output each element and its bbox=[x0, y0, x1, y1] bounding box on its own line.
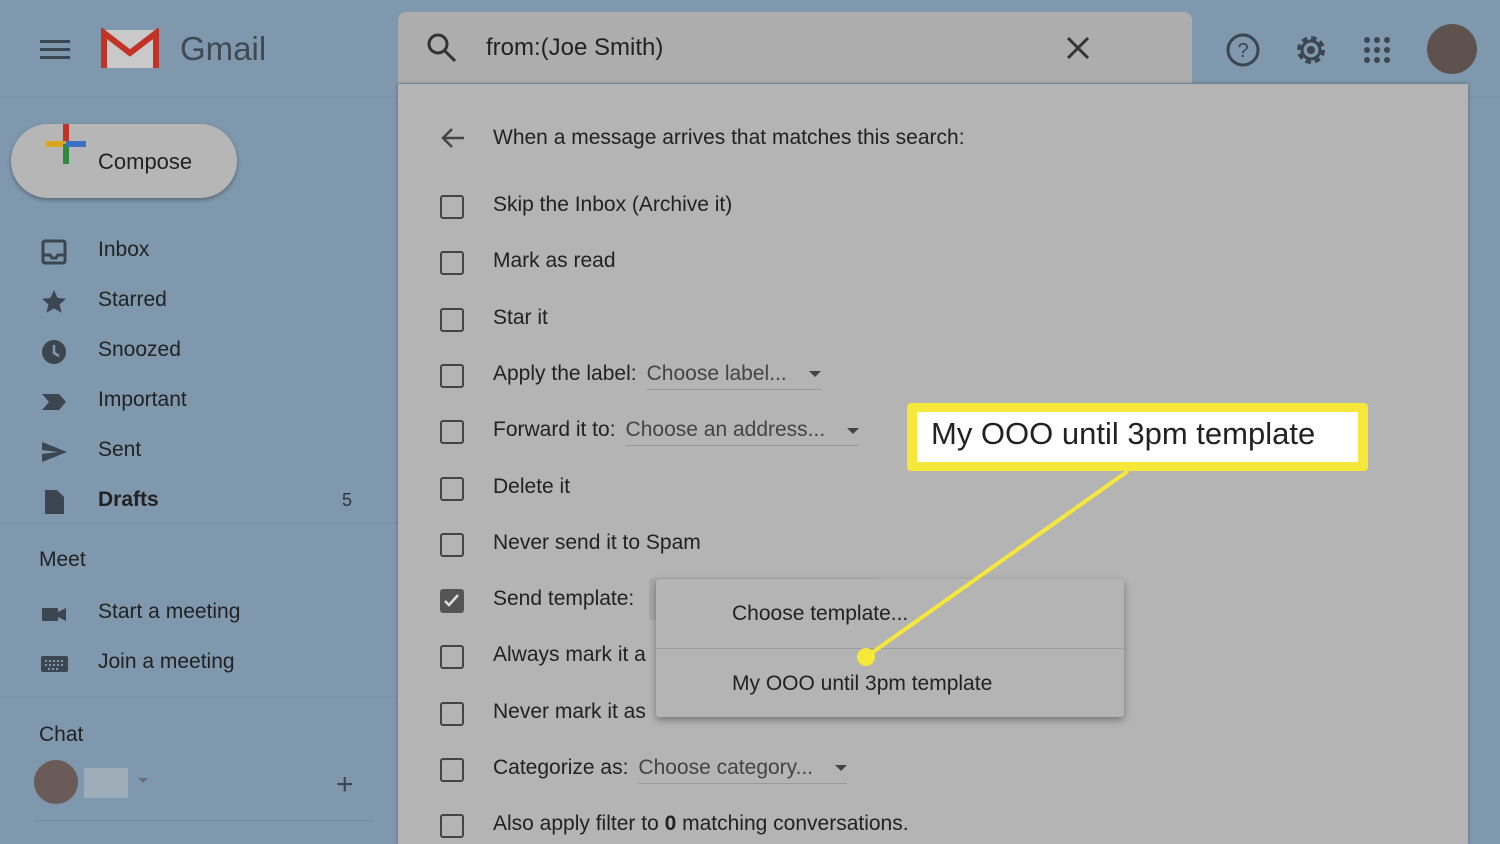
important-icon bbox=[42, 394, 66, 410]
sidebar-divider bbox=[0, 522, 398, 523]
drafts-count: 5 bbox=[342, 490, 353, 510]
clear-search-icon[interactable] bbox=[1066, 36, 1090, 60]
checkbox[interactable] bbox=[440, 195, 464, 219]
settings-gear-icon[interactable] bbox=[1293, 32, 1329, 68]
option-select[interactable]: Choose category... bbox=[638, 756, 848, 784]
sidebar-item-important[interactable]: Important bbox=[0, 380, 395, 420]
chat-divider bbox=[34, 820, 374, 821]
chat-status[interactable] bbox=[84, 768, 128, 798]
start-meeting-item[interactable]: Start a meeting bbox=[0, 592, 395, 632]
gmail-brand: Gmail bbox=[180, 30, 267, 67]
chat-section-title: Chat bbox=[39, 723, 84, 746]
join-meeting-item[interactable]: Join a meeting bbox=[0, 642, 395, 682]
search-bar[interactable]: from:(Joe Smith) bbox=[398, 12, 1192, 83]
plus-icon bbox=[46, 124, 86, 164]
option-label: Mark as read bbox=[493, 249, 616, 273]
menu-divider bbox=[656, 648, 1124, 649]
option-label: Apply the label: Choose label... bbox=[493, 362, 821, 390]
compose-button[interactable]: Compose bbox=[11, 124, 237, 198]
star-icon bbox=[42, 290, 66, 313]
check-icon bbox=[444, 594, 459, 607]
option-label: Also apply filter to 0 matching conversa… bbox=[493, 812, 909, 836]
option-select[interactable]: Choose label... bbox=[646, 362, 821, 390]
sidebar-divider bbox=[0, 697, 398, 698]
option-label: Never mark it as bbox=[493, 699, 646, 723]
option-label: Forward it to: Choose an address... bbox=[493, 418, 860, 447]
apps-grid-icon[interactable] bbox=[1359, 32, 1395, 68]
option-label: Categorize as: Choose category... bbox=[493, 756, 848, 784]
main-menu-icon[interactable] bbox=[40, 40, 70, 60]
account-avatar[interactable] bbox=[1427, 24, 1477, 74]
checkbox[interactable] bbox=[440, 251, 464, 276]
meet-section-title: Meet bbox=[39, 548, 86, 571]
option-label: Skip the Inbox (Archive it) bbox=[493, 193, 733, 216]
compose-label: Compose bbox=[98, 149, 193, 174]
checkbox[interactable] bbox=[440, 645, 464, 670]
back-arrow-icon[interactable] bbox=[440, 126, 466, 150]
help-icon[interactable]: ? bbox=[1225, 32, 1261, 68]
checkbox[interactable] bbox=[440, 420, 464, 445]
draft-icon bbox=[45, 490, 64, 514]
inbox-icon bbox=[41, 239, 67, 265]
sidebar-item-drafts[interactable]: Drafts 5 bbox=[0, 480, 395, 520]
checkbox[interactable] bbox=[440, 532, 464, 557]
filter-header: When a message arrives that matches this… bbox=[493, 126, 965, 149]
checkbox[interactable] bbox=[440, 307, 464, 332]
option-label: Delete it bbox=[493, 474, 571, 498]
chat-avatar[interactable] bbox=[34, 760, 78, 804]
video-camera-icon bbox=[42, 608, 66, 621]
checkbox[interactable] bbox=[440, 758, 464, 782]
sidebar-item-starred[interactable]: Starred bbox=[0, 280, 395, 320]
send-icon bbox=[42, 442, 67, 462]
add-chat-icon[interactable]: + bbox=[336, 768, 354, 802]
callout-text: My OOO until 3pm template bbox=[917, 412, 1358, 462]
checkbox[interactable] bbox=[440, 589, 464, 614]
search-icon[interactable] bbox=[426, 32, 458, 64]
menu-option-choose-template[interactable]: Choose template... bbox=[732, 602, 908, 626]
keyboard-icon bbox=[41, 656, 68, 672]
search-input[interactable]: from:(Joe Smith) bbox=[486, 34, 663, 62]
template-dropdown-menu: Choose template... My OOO until 3pm temp… bbox=[656, 579, 1124, 717]
sidebar-item-sent[interactable]: Sent bbox=[0, 430, 395, 470]
gmail-logo-icon bbox=[101, 28, 159, 68]
checkbox[interactable] bbox=[440, 476, 464, 501]
option-label: Send template: bbox=[493, 587, 635, 611]
clock-icon bbox=[42, 340, 66, 364]
option-label: Always mark it a bbox=[493, 643, 646, 667]
option-select[interactable]: Choose an address... bbox=[625, 418, 860, 447]
menu-option-ooo-template[interactable]: My OOO until 3pm template bbox=[732, 672, 992, 696]
chat-dropdown-icon[interactable] bbox=[138, 778, 148, 788]
checkbox[interactable] bbox=[440, 363, 464, 388]
checkbox[interactable] bbox=[440, 701, 464, 726]
callout-box: My OOO until 3pm template bbox=[907, 403, 1368, 471]
option-label: Star it bbox=[493, 305, 548, 329]
svg-text:?: ? bbox=[1237, 40, 1248, 62]
sidebar-item-inbox[interactable]: Inbox bbox=[0, 230, 395, 270]
sidebar-item-snoozed[interactable]: Snoozed bbox=[0, 330, 395, 370]
option-label: Never send it to Spam bbox=[493, 530, 701, 554]
checkbox[interactable] bbox=[440, 814, 464, 839]
